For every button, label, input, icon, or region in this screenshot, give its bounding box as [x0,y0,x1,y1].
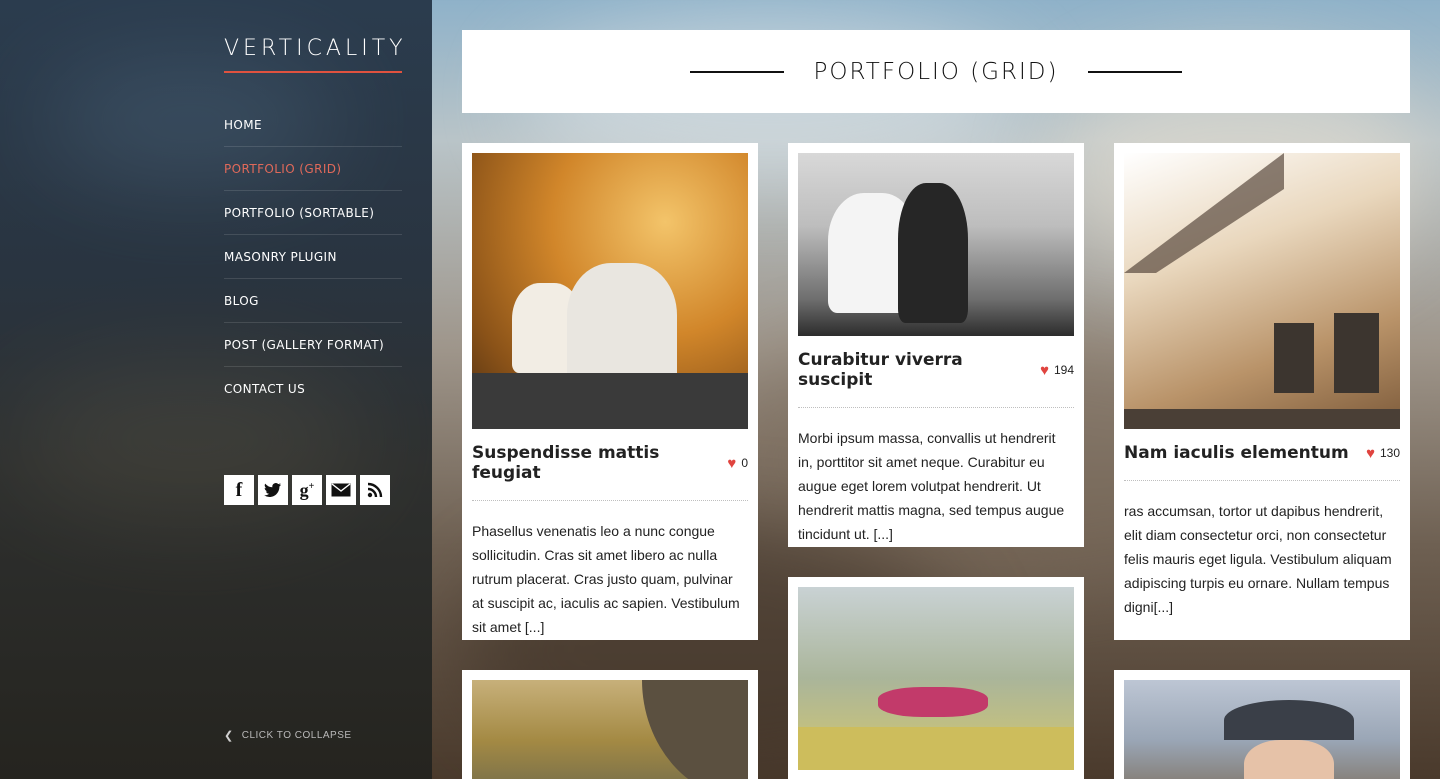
like-button[interactable]: ♥ 0 [727,456,748,471]
thumbnail-arch [642,680,748,779]
nav-item-contact-us[interactable]: CONTACT US [224,367,402,411]
facebook-icon[interactable]: f [224,475,254,505]
nav-item-masonry-plugin[interactable]: MASONRY PLUGIN [224,235,402,279]
site-logo[interactable]: VERTICALITY [224,36,403,73]
nav-item-portfolio-grid[interactable]: PORTFOLIO (GRID) [224,147,402,191]
nav-item-blog[interactable]: BLOG [224,279,402,323]
twitter-icon[interactable] [258,475,288,505]
card-title-row: Nam iaculis elementum ♥ 130 [1124,443,1400,481]
mail-icon[interactable] [326,475,356,505]
portfolio-thumbnail[interactable] [1124,680,1400,779]
card-excerpt: ras accumsan, tortor ut dapibus hendreri… [1124,503,1392,615]
thumbnail-grass [798,727,1074,770]
nav-item-portfolio-sortable[interactable]: PORTFOLIO (SORTABLE) [224,191,402,235]
google-plus-icon[interactable]: g+ [292,475,322,505]
card-title[interactable]: Suspendisse mattis feugiat [472,443,727,483]
portfolio-card: Curabitur viverra suscipit ♥ 194 Morbi i… [788,143,1084,547]
card-excerpt: Phasellus venenatis leo a nunc congue so… [472,523,740,635]
main-nav: HOME PORTFOLIO (GRID) PORTFOLIO (SORTABL… [224,103,402,411]
card-excerpt: Morbi ipsum massa, convallis ut hendreri… [798,430,1065,542]
nav-item-post-gallery-format[interactable]: POST (GALLERY FORMAT) [224,323,402,367]
thumbnail-railing [1124,409,1400,429]
sidebar: VERTICALITY HOME PORTFOLIO (GRID) PORTFO… [0,0,432,779]
title-divider-left [689,70,784,73]
collapse-label: CLICK TO COLLAPSE [241,730,352,741]
heart-icon: ♥ [1366,444,1375,462]
card-title-row: Suspendisse mattis feugiat ♥ 0 [472,443,748,501]
portfolio-thumbnail[interactable] [1124,153,1400,429]
portfolio-card [1114,670,1410,779]
portfolio-card: Suspendisse mattis feugiat ♥ 0 Phasellus… [462,143,758,640]
thumbnail-window [1334,313,1379,393]
title-divider-right [1088,70,1183,73]
thumbnail-figure [1244,740,1334,779]
chevron-left-icon: ❮ [224,730,234,742]
thumbnail-figure [878,687,988,717]
nav-item-home[interactable]: HOME [224,103,402,147]
thumbnail-figure [898,183,968,323]
social-links: f g+ [224,475,390,505]
portfolio-thumbnail[interactable] [798,153,1074,336]
portfolio-card: Nam iaculis elementum ♥ 130 ras accumsan… [1114,143,1410,640]
thumbnail-boat [472,373,748,429]
like-count: 0 [741,456,748,470]
heart-icon: ♥ [727,454,737,472]
like-button[interactable]: ♥ 130 [1366,446,1400,461]
portfolio-thumbnail[interactable] [798,587,1074,770]
like-count: 194 [1053,363,1074,377]
collapse-sidebar-button[interactable]: ❮ CLICK TO COLLAPSE [224,729,352,742]
thumbnail-roof [1124,153,1284,273]
heart-icon: ♥ [1040,361,1049,379]
portfolio-card [788,577,1084,779]
page-title: PORTFOLIO (GRID) [813,58,1059,85]
portfolio-thumbnail[interactable] [472,680,748,779]
thumbnail-umbrella [1224,700,1354,740]
card-title[interactable]: Curabitur viverra suscipit [798,350,1040,390]
thumbnail-window [1274,323,1314,393]
rss-icon[interactable] [360,475,390,505]
portfolio-thumbnail[interactable] [472,153,748,429]
like-count: 130 [1379,446,1400,460]
page-header: PORTFOLIO (GRID) [462,30,1410,113]
card-title[interactable]: Nam iaculis elementum [1124,443,1349,463]
card-title-row: Curabitur viverra suscipit ♥ 194 [798,350,1074,408]
like-button[interactable]: ♥ 194 [1040,363,1074,378]
portfolio-card [462,670,758,779]
